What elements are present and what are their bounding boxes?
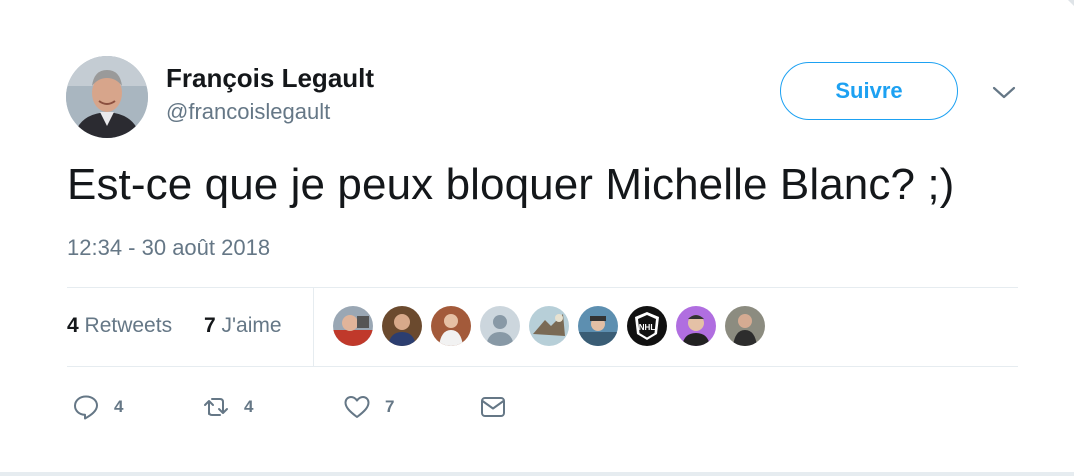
retweets-label: Retweets bbox=[84, 314, 173, 337]
direct-message-button[interactable] bbox=[479, 393, 507, 421]
retweet-button[interactable]: 4 bbox=[202, 393, 253, 421]
likes-label: J'aime bbox=[221, 314, 282, 337]
divider bbox=[67, 287, 1018, 288]
card-bottom-edge bbox=[0, 472, 1074, 476]
likes-stat[interactable]: 7 J'aime bbox=[204, 314, 282, 338]
liker-avatar-nhl[interactable]: NHL bbox=[627, 306, 667, 346]
author-handle[interactable]: @francoislegault bbox=[166, 99, 330, 125]
retweet-icon bbox=[204, 398, 228, 416]
like-count: 7 bbox=[385, 397, 395, 416]
likes-count: 7 bbox=[204, 314, 216, 337]
reply-count: 4 bbox=[114, 397, 124, 416]
likers-list: NHL bbox=[333, 306, 774, 346]
divider bbox=[67, 366, 1018, 367]
liker-avatar[interactable] bbox=[333, 306, 373, 346]
liker-avatar[interactable] bbox=[725, 306, 765, 346]
liker-avatar[interactable] bbox=[676, 306, 716, 346]
heart-icon bbox=[344, 396, 370, 418]
tweet-text: Est-ce que je peux bloquer Michelle Blan… bbox=[67, 160, 955, 209]
card-corner bbox=[1068, 0, 1074, 6]
retweets-count: 4 bbox=[67, 314, 79, 337]
liker-avatar[interactable] bbox=[578, 306, 618, 346]
reply-icon bbox=[74, 395, 98, 420]
liker-avatar[interactable] bbox=[431, 306, 471, 346]
chevron-down-icon[interactable] bbox=[990, 82, 1018, 102]
author-avatar[interactable] bbox=[66, 56, 148, 138]
reply-button[interactable]: 4 bbox=[72, 393, 123, 421]
avatar-image bbox=[66, 56, 148, 138]
author-name[interactable]: François Legault bbox=[166, 63, 374, 94]
retweets-stat[interactable]: 4 Retweets bbox=[67, 314, 172, 338]
tweet-timestamp[interactable]: 12:34 - 30 août 2018 bbox=[67, 235, 270, 261]
liker-avatar[interactable] bbox=[529, 306, 569, 346]
liker-avatar[interactable] bbox=[382, 306, 422, 346]
retweet-count: 4 bbox=[244, 397, 254, 416]
divider-vertical bbox=[313, 287, 314, 367]
svg-text:NHL: NHL bbox=[639, 323, 656, 332]
mail-icon bbox=[481, 397, 505, 417]
follow-button[interactable]: Suivre bbox=[780, 62, 958, 120]
liker-avatar-default[interactable] bbox=[480, 306, 520, 346]
like-button[interactable]: 7 bbox=[343, 393, 394, 421]
